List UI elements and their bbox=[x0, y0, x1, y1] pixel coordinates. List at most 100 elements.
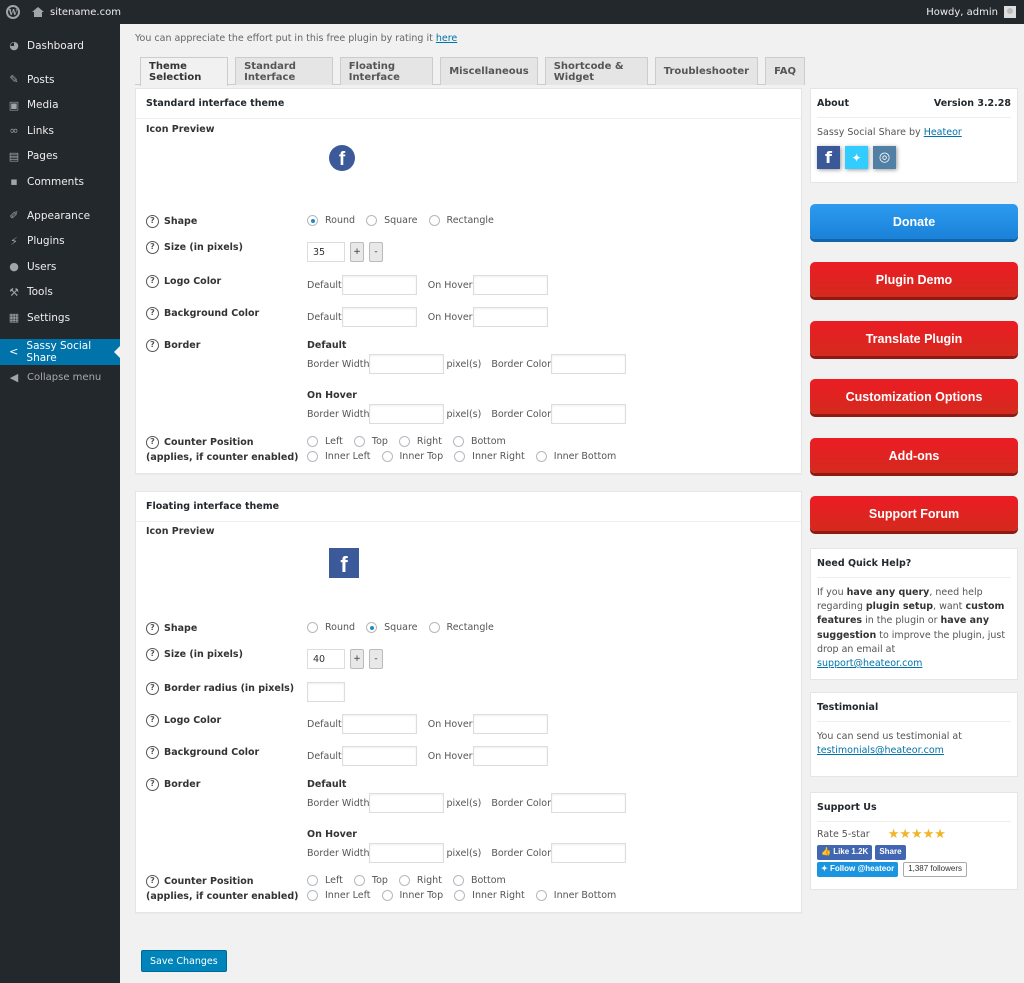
shape-round-radio[interactable]: Round bbox=[307, 215, 355, 226]
facebook-share-button[interactable]: Share bbox=[875, 845, 906, 860]
radio-button[interactable] bbox=[398, 436, 410, 447]
instagram-icon[interactable]: ◎ bbox=[873, 146, 896, 170]
plugin-demo-button[interactable]: Plugin Demo bbox=[810, 262, 1018, 297]
radio-button[interactable] bbox=[454, 451, 466, 462]
help-icon[interactable]: ? bbox=[146, 275, 159, 288]
size-input[interactable]: 40 bbox=[307, 649, 345, 669]
size-input[interactable]: 35 bbox=[307, 242, 345, 262]
radio-button[interactable] bbox=[452, 436, 464, 447]
counter-left-radio[interactable]: Left bbox=[307, 875, 343, 886]
size-decrease-button[interactable]: - bbox=[369, 242, 383, 262]
tab-faq[interactable]: FAQ bbox=[765, 57, 805, 85]
donate-button[interactable]: Donate bbox=[810, 204, 1018, 239]
shape-rectangle-radio[interactable]: Rectangle bbox=[428, 215, 494, 226]
help-icon[interactable]: ? bbox=[146, 714, 159, 727]
radio-button[interactable] bbox=[353, 436, 365, 447]
background-color-hover-input[interactable] bbox=[472, 746, 548, 766]
logo-color-hover-input[interactable] bbox=[472, 275, 548, 295]
radio-button[interactable] bbox=[535, 451, 547, 462]
translate-plugin-button[interactable]: Translate Plugin bbox=[810, 321, 1018, 356]
counter-inner-top-radio[interactable]: Inner Top bbox=[381, 890, 443, 901]
counter-inner-bottom-radio[interactable]: Inner Bottom bbox=[535, 890, 616, 901]
rating-stars[interactable]: ★★★★★ bbox=[888, 827, 946, 842]
help-icon[interactable]: ? bbox=[146, 778, 159, 791]
size-increase-button[interactable]: + bbox=[350, 242, 364, 262]
help-icon[interactable]: ? bbox=[146, 339, 159, 352]
radio-button[interactable] bbox=[366, 622, 378, 633]
sidebar-item-comments[interactable]: ▪ Comments bbox=[0, 169, 120, 195]
radio-button[interactable] bbox=[428, 215, 440, 226]
help-icon[interactable]: ? bbox=[146, 307, 159, 320]
radio-button[interactable] bbox=[307, 875, 318, 886]
sidebar-item-settings[interactable]: ▦ Settings bbox=[0, 305, 120, 331]
counter-inner-left-radio[interactable]: Inner Left bbox=[307, 451, 371, 462]
background-color-default-input[interactable] bbox=[341, 307, 417, 327]
sidebar-item-posts[interactable]: ✎ Posts bbox=[0, 67, 120, 93]
tab-floating-interface[interactable]: Floating Interface bbox=[339, 57, 434, 85]
radio-button[interactable] bbox=[398, 875, 410, 886]
facebook-like-button[interactable]: 👍 Like 1.2K bbox=[817, 845, 873, 860]
hover-border-color-input[interactable] bbox=[551, 404, 627, 424]
radio-button[interactable] bbox=[454, 890, 466, 901]
background-color-hover-input[interactable] bbox=[472, 307, 548, 327]
help-icon[interactable]: ? bbox=[146, 648, 159, 661]
shape-round-radio[interactable]: Round bbox=[307, 622, 355, 633]
logo-color-default-input[interactable] bbox=[341, 714, 417, 734]
sidebar-item-links[interactable]: ∞ Links bbox=[0, 118, 120, 144]
radio-button[interactable] bbox=[307, 622, 318, 633]
radio-button[interactable] bbox=[307, 436, 318, 447]
sidebar-item-dashboard[interactable]: ◕ Dashboard bbox=[0, 33, 120, 59]
size-increase-button[interactable]: + bbox=[350, 649, 364, 669]
shape-square-radio[interactable]: Square bbox=[366, 622, 418, 633]
counter-inner-bottom-radio[interactable]: Inner Bottom bbox=[535, 451, 616, 462]
border-width-input[interactable] bbox=[369, 793, 445, 813]
testimonial-email-link[interactable]: testimonials@heateor.com bbox=[817, 745, 944, 756]
radio-button[interactable] bbox=[428, 622, 440, 633]
radio-button[interactable] bbox=[307, 890, 318, 901]
counter-top-radio[interactable]: Top bbox=[353, 875, 388, 886]
counter-inner-right-radio[interactable]: Inner Right bbox=[454, 451, 525, 462]
help-icon[interactable]: ? bbox=[146, 622, 159, 635]
tab-shortcode-widget[interactable]: Shortcode & Widget bbox=[544, 57, 648, 85]
help-icon[interactable]: ? bbox=[146, 215, 159, 228]
customization-options-button[interactable]: Customization Options bbox=[810, 379, 1018, 414]
sidebar-item-tools[interactable]: ⚒ Tools bbox=[0, 280, 120, 306]
counter-inner-right-radio[interactable]: Inner Right bbox=[454, 890, 525, 901]
tab-miscellaneous[interactable]: Miscellaneous bbox=[440, 57, 538, 85]
shape-square-radio[interactable]: Square bbox=[366, 215, 418, 226]
facebook-icon[interactable]: f bbox=[817, 146, 840, 170]
border-color-input[interactable] bbox=[551, 793, 627, 813]
save-changes-button[interactable]: Save Changes bbox=[141, 950, 227, 972]
heateor-link[interactable]: Heateor bbox=[924, 127, 962, 138]
background-color-default-input[interactable] bbox=[341, 746, 417, 766]
account-menu[interactable]: Howdy, admin bbox=[926, 6, 1016, 18]
hover-border-color-input[interactable] bbox=[551, 843, 627, 863]
size-decrease-button[interactable]: - bbox=[369, 649, 383, 669]
sidebar-item-appearance[interactable]: ✐ Appearance bbox=[0, 203, 120, 229]
sidebar-item-sassy-social-share[interactable]: < Sassy Social Share bbox=[0, 339, 120, 365]
tab-standard-interface[interactable]: Standard Interface bbox=[235, 57, 333, 85]
hover-border-width-input[interactable] bbox=[369, 843, 445, 863]
radio-button[interactable] bbox=[307, 215, 318, 226]
tab-theme-selection[interactable]: Theme Selection bbox=[140, 57, 229, 86]
support-email-link[interactable]: support@heateor.com bbox=[817, 658, 922, 669]
sidebar-item-users[interactable]: ● Users bbox=[0, 254, 120, 280]
counter-right-radio[interactable]: Right bbox=[398, 436, 442, 447]
counter-inner-left-radio[interactable]: Inner Left bbox=[307, 890, 371, 901]
tab-troubleshooter[interactable]: Troubleshooter bbox=[654, 57, 759, 85]
site-name-link[interactable]: sitename.com bbox=[32, 7, 121, 18]
counter-inner-top-radio[interactable]: Inner Top bbox=[381, 451, 443, 462]
sidebar-item-plugins[interactable]: ⚡ Plugins bbox=[0, 229, 120, 255]
twitter-icon[interactable]: ✦ bbox=[845, 146, 868, 170]
help-icon[interactable]: ? bbox=[146, 241, 159, 254]
logo-color-default-input[interactable] bbox=[341, 275, 417, 295]
help-icon[interactable]: ? bbox=[146, 436, 159, 449]
radio-button[interactable] bbox=[307, 451, 318, 462]
addons-button[interactable]: Add-ons bbox=[810, 438, 1018, 473]
radio-button[interactable] bbox=[353, 875, 365, 886]
logo-color-hover-input[interactable] bbox=[472, 714, 548, 734]
collapse-menu-button[interactable]: ◀ Collapse menu bbox=[0, 365, 120, 391]
help-icon[interactable]: ? bbox=[146, 746, 159, 759]
sidebar-item-pages[interactable]: ▤ Pages bbox=[0, 144, 120, 170]
border-width-input[interactable] bbox=[369, 354, 445, 374]
